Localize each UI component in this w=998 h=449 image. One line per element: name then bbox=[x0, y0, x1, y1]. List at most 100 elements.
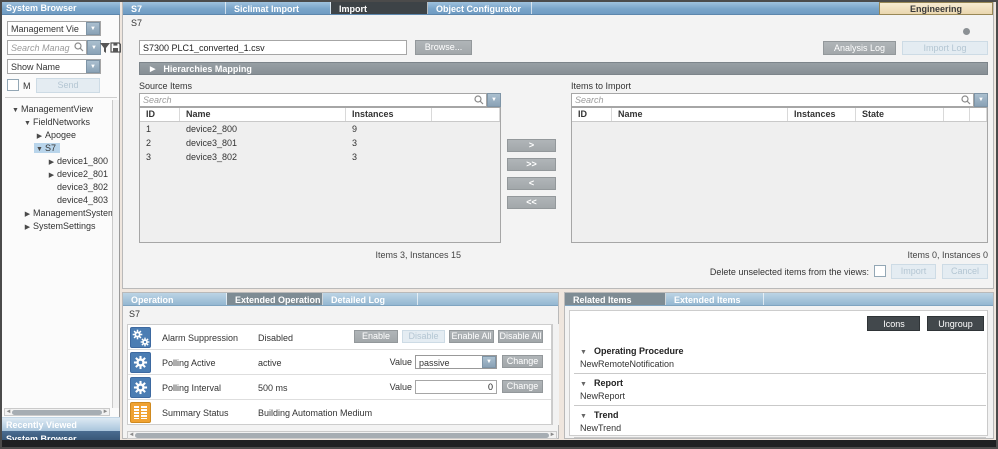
tree-item-label: ManagementView bbox=[21, 104, 93, 114]
chevron-right-icon[interactable]: ▶ bbox=[22, 221, 33, 234]
csv-file-input[interactable] bbox=[139, 40, 407, 55]
scroll-left-icon[interactable]: ◄ bbox=[128, 432, 135, 438]
change-button[interactable]: Change bbox=[502, 355, 543, 368]
cell-instances: 3 bbox=[346, 136, 432, 150]
target-search-input[interactable] bbox=[571, 93, 974, 107]
scrollbar-thumb[interactable] bbox=[135, 433, 549, 438]
chevron-down-icon[interactable]: ▼ bbox=[974, 93, 988, 107]
recently-viewed-bar[interactable]: Recently Viewed bbox=[2, 417, 120, 431]
chevron-down-icon[interactable]: ▼ bbox=[86, 22, 100, 35]
tree-vertical-scrollbar[interactable] bbox=[112, 100, 119, 408]
import-panel: S7 Siclimat Import Import Object Configu… bbox=[122, 2, 994, 289]
move-all-right-button[interactable]: >> bbox=[507, 158, 556, 171]
pin-icon[interactable] bbox=[963, 28, 970, 35]
import-log-button[interactable]: Import Log bbox=[902, 41, 988, 55]
cell-name: device3_802 bbox=[180, 150, 346, 164]
change-button[interactable]: Change bbox=[502, 380, 543, 393]
ungroup-button[interactable]: Ungroup bbox=[927, 316, 984, 331]
chevron-down-icon[interactable]: ▼ bbox=[34, 143, 45, 156]
tab-detailed-log[interactable]: Detailed Log bbox=[323, 293, 418, 305]
hierarchies-mapping-header[interactable]: ▶ Hierarchies Mapping bbox=[139, 62, 988, 75]
engineering-button[interactable]: Engineering bbox=[879, 2, 993, 15]
tab-s7[interactable]: S7 bbox=[123, 2, 226, 14]
save-icon[interactable] bbox=[110, 42, 121, 53]
tree-item-device2-801[interactable]: ▶device2_801 bbox=[2, 168, 112, 181]
move-left-button[interactable]: < bbox=[507, 177, 556, 190]
target-table-header: ID Name Instances State bbox=[572, 108, 987, 122]
tree-item-s7-selected[interactable]: ▼S7 bbox=[2, 142, 112, 155]
move-right-button[interactable]: > bbox=[507, 139, 556, 152]
tab-related-items[interactable]: Related Items bbox=[565, 293, 666, 305]
chevron-down-icon[interactable]: ▼ bbox=[487, 93, 501, 107]
related-item-newreport[interactable]: NewReport bbox=[570, 390, 990, 404]
column-header-id[interactable]: ID bbox=[140, 108, 180, 121]
scroll-right-icon[interactable]: ► bbox=[549, 432, 556, 438]
column-header-id[interactable]: ID bbox=[572, 108, 612, 121]
tab-object-configurator[interactable]: Object Configurator bbox=[428, 2, 532, 14]
tree-item-managementview[interactable]: ▼ManagementView bbox=[2, 103, 112, 116]
scroll-left-icon[interactable]: ◄ bbox=[5, 409, 12, 415]
analysis-log-button[interactable]: Analysis Log bbox=[823, 41, 896, 55]
enable-all-button[interactable]: Enable All bbox=[449, 330, 494, 343]
operation-vertical-scrollbar[interactable] bbox=[552, 324, 559, 425]
operation-tab-bar: Operation Extended Operation Detailed Lo… bbox=[123, 293, 558, 306]
related-vertical-scrollbar[interactable] bbox=[987, 310, 993, 436]
chevron-down-icon[interactable]: ▼ bbox=[482, 356, 496, 368]
tab-operation[interactable]: Operation bbox=[123, 293, 227, 305]
tab-extended-operation[interactable]: Extended Operation bbox=[227, 293, 323, 305]
scrollbar-thumb[interactable] bbox=[12, 410, 102, 415]
enable-button[interactable]: Enable bbox=[354, 330, 398, 343]
source-search: ▼ bbox=[139, 93, 501, 107]
dropdown-value: passive bbox=[416, 356, 482, 368]
icons-button[interactable]: Icons bbox=[867, 316, 920, 331]
tree-item-apogee[interactable]: ▶Apogee bbox=[2, 129, 112, 142]
disable-all-button[interactable]: Disable All bbox=[498, 330, 543, 343]
table-row[interactable]: 3 device3_802 3 bbox=[140, 150, 500, 164]
cell-instances: 9 bbox=[346, 122, 432, 136]
show-name-dropdown[interactable]: Show Name ▼ bbox=[7, 59, 101, 74]
chevron-down-icon[interactable]: ▼ bbox=[86, 60, 100, 73]
column-header-instances[interactable]: Instances bbox=[346, 108, 432, 121]
operation-horizontal-scrollbar[interactable]: ◄ ► bbox=[127, 431, 557, 439]
cancel-button[interactable]: Cancel bbox=[942, 264, 988, 279]
tree-horizontal-scrollbar[interactable]: ◄ ► bbox=[4, 408, 110, 416]
tab-import[interactable]: Import bbox=[331, 2, 428, 14]
tree-item-label: Apogee bbox=[45, 130, 76, 140]
related-item-newtrend[interactable]: NewTrend bbox=[570, 422, 990, 436]
table-row[interactable]: 2 device3_801 3 bbox=[140, 136, 500, 150]
scroll-right-icon[interactable]: ► bbox=[102, 409, 109, 415]
disable-button[interactable]: Disable bbox=[402, 330, 445, 343]
column-header-name[interactable]: Name bbox=[612, 108, 788, 121]
send-button[interactable]: Send bbox=[36, 78, 100, 93]
column-header-state[interactable]: State bbox=[856, 108, 944, 121]
view-selector-dropdown[interactable]: Management Vie ▼ bbox=[7, 21, 101, 36]
table-row[interactable]: 1 device2_800 9 bbox=[140, 122, 500, 136]
tab-siclimat-import[interactable]: Siclimat Import bbox=[226, 2, 331, 14]
group-trend[interactable]: ▼Trend bbox=[570, 408, 990, 422]
column-header-instances[interactable]: Instances bbox=[788, 108, 856, 121]
chevron-down-icon[interactable]: ▼ bbox=[10, 104, 21, 117]
source-search-input[interactable] bbox=[139, 93, 487, 107]
browse-button[interactable]: Browse... bbox=[415, 40, 472, 55]
chevron-right-icon[interactable]: ▶ bbox=[150, 65, 155, 73]
tree-item-fieldnetworks[interactable]: ▼FieldNetworks bbox=[2, 116, 112, 129]
sidebar-checkbox[interactable] bbox=[7, 79, 19, 91]
tree-item-systemsettings[interactable]: ▶SystemSettings bbox=[2, 220, 112, 233]
import-button[interactable]: Import bbox=[891, 264, 936, 279]
tab-extended-items[interactable]: Extended Items bbox=[666, 293, 764, 305]
polling-active-dropdown[interactable]: passive ▼ bbox=[415, 355, 497, 369]
group-operating-procedure[interactable]: ▼Operating Procedure bbox=[570, 344, 990, 358]
row-label: Polling Active bbox=[162, 358, 216, 368]
tree-item-device1-800[interactable]: ▶device1_800 bbox=[2, 155, 112, 168]
group-report[interactable]: ▼Report bbox=[570, 376, 990, 390]
chevron-down-icon[interactable]: ▼ bbox=[22, 117, 33, 130]
move-all-left-button[interactable]: << bbox=[507, 196, 556, 209]
tree-item-device3-802[interactable]: device3_802 bbox=[2, 181, 112, 194]
column-header-name[interactable]: Name bbox=[180, 108, 346, 121]
related-item-newremotenotification[interactable]: NewRemoteNotification bbox=[570, 358, 990, 372]
value-label: Value bbox=[362, 382, 412, 392]
polling-interval-input[interactable] bbox=[415, 380, 497, 394]
tree-item-device4-803[interactable]: device4_803 bbox=[2, 194, 112, 207]
tree-item-managementsystem[interactable]: ▶ManagementSystem bbox=[2, 207, 112, 220]
delete-unselected-checkbox[interactable] bbox=[874, 265, 886, 277]
